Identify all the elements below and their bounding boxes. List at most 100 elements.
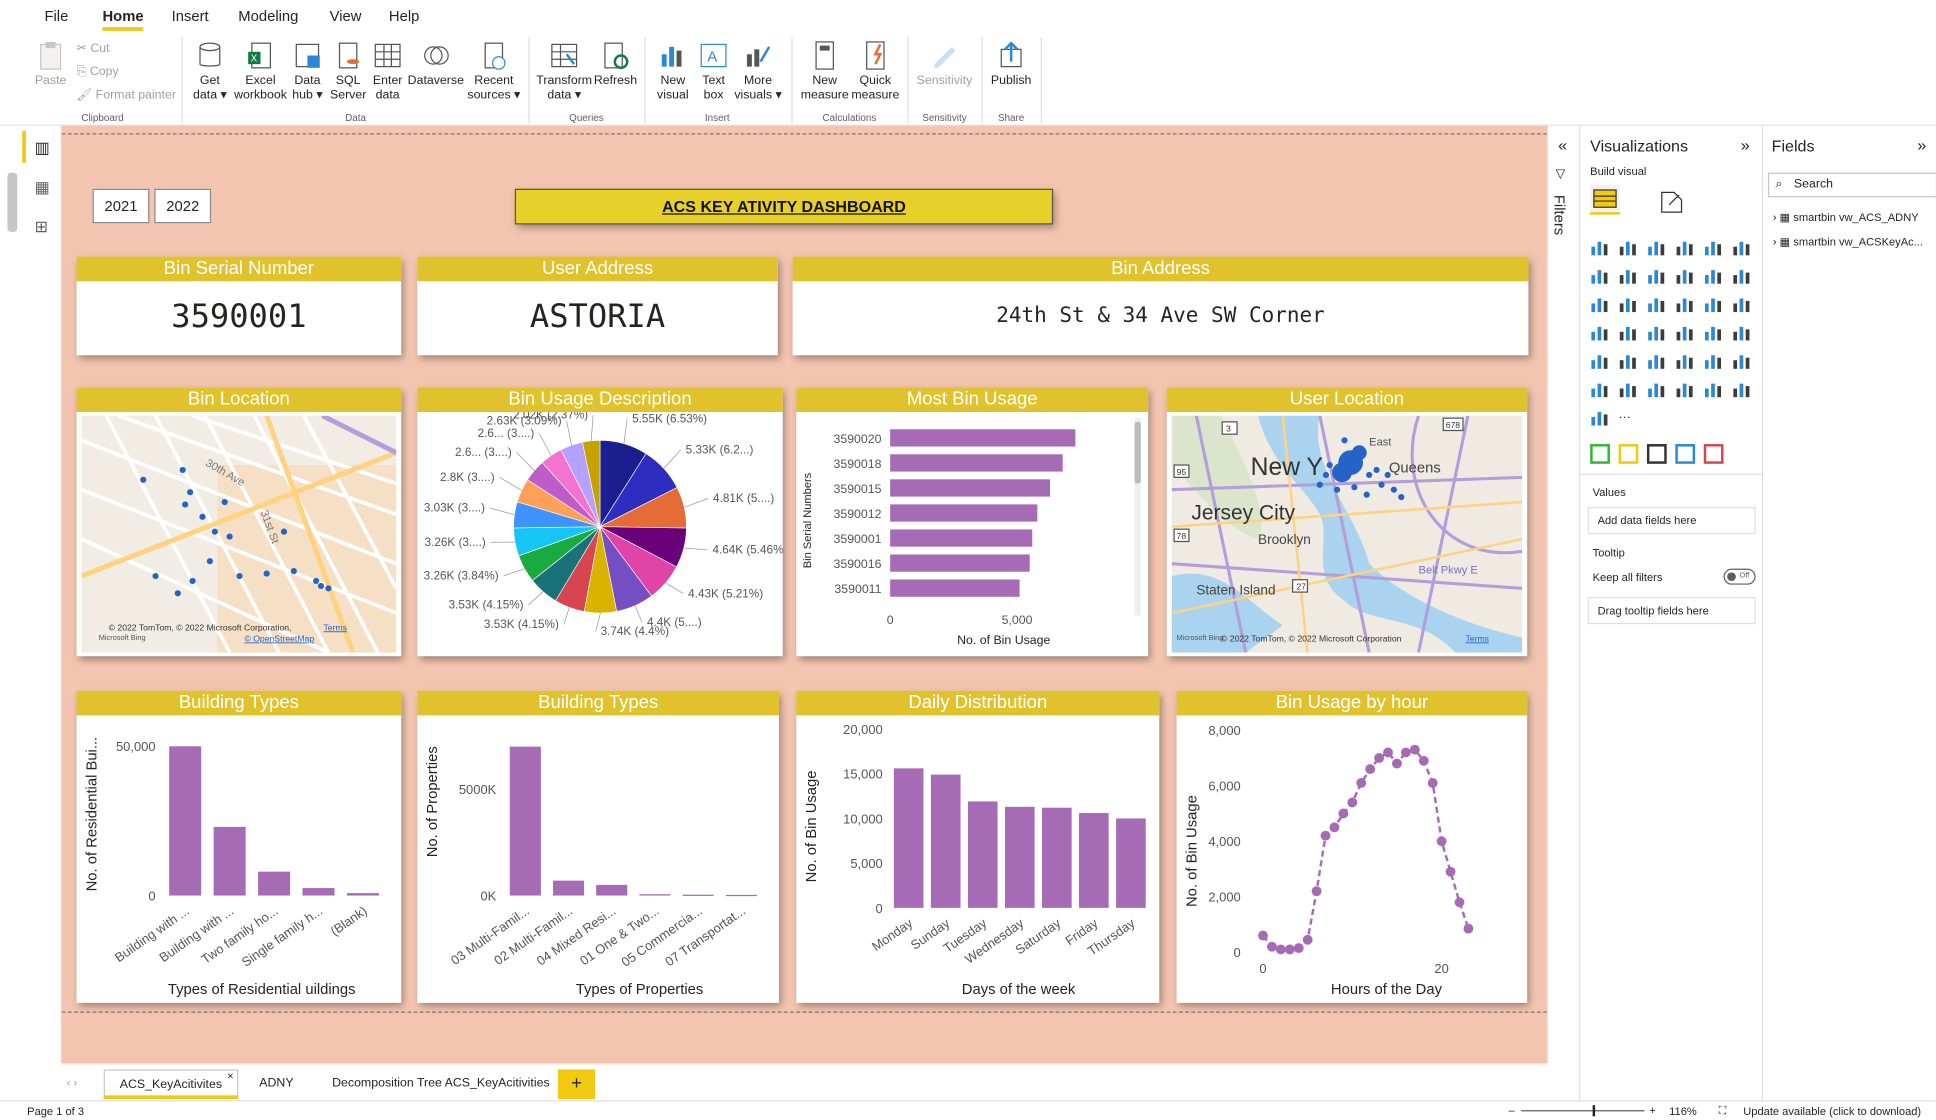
dataverse-button[interactable]: Dataverse	[407, 39, 464, 88]
tab-acs-keyactivities[interactable]: ACS_KeyAcitivites	[103, 1069, 239, 1100]
visual-type-icon[interactable]	[1704, 237, 1724, 257]
text-box-button[interactable]: A Text box	[695, 39, 732, 103]
visual-type-icon[interactable]	[1675, 265, 1695, 285]
new-measure-button[interactable]: New measure	[800, 39, 849, 103]
data-hub-button[interactable]: Data hub ▾	[289, 39, 326, 103]
field-table-item[interactable]: › ▦ smartbin vw_ACSKeyAc...	[1773, 236, 1923, 250]
visual-type-icon[interactable]	[1732, 265, 1752, 285]
filters-pane[interactable]: « ▽ Filters	[1546, 125, 1580, 1064]
usage-by-hour-card[interactable]: Bin Usage by hour 0 2,000 4,000 6,000 8,000 0…	[1176, 690, 1528, 1003]
custom-visual-icon[interactable]	[1703, 444, 1724, 464]
visual-type-icon[interactable]	[1704, 379, 1724, 399]
data-view-icon[interactable]: ▦	[35, 178, 50, 198]
menu-file[interactable]: File	[44, 7, 68, 24]
visual-type-icon[interactable]	[1647, 322, 1667, 342]
tooltip-well[interactable]: Drag tooltip fields here	[1587, 597, 1756, 625]
visual-type-icon[interactable]	[1619, 379, 1639, 399]
visual-type-icon[interactable]	[1704, 322, 1724, 342]
visual-type-icon[interactable]	[1732, 379, 1752, 399]
visual-type-icon[interactable]	[1590, 407, 1610, 427]
menu-modeling[interactable]: Modeling	[238, 7, 298, 24]
visual-type-icon[interactable]: ···	[1619, 407, 1639, 427]
visual-type-icon[interactable]	[1590, 265, 1610, 285]
new-visual-button[interactable]: New visual	[652, 39, 694, 103]
visual-type-icon[interactable]	[1675, 350, 1695, 370]
menu-help[interactable]: Help	[389, 7, 419, 24]
visual-type-icon[interactable]	[1675, 322, 1695, 342]
values-well[interactable]: Add data fields here	[1587, 506, 1756, 535]
kpi-card-user-address[interactable]: User Address ASTORIA	[417, 256, 778, 356]
custom-visual-icon[interactable]	[1675, 444, 1696, 464]
format-visual-tab[interactable]	[1657, 187, 1687, 218]
visual-type-icon[interactable]	[1704, 350, 1724, 370]
visual-type-icon[interactable]	[1590, 294, 1610, 314]
visual-type-icon[interactable]	[1619, 294, 1639, 314]
visual-type-icon[interactable]	[1732, 294, 1752, 314]
enter-data-button[interactable]: Enter data	[370, 39, 405, 103]
visual-type-icon[interactable]	[1619, 265, 1639, 285]
keep-filters-toggle[interactable]: Off	[1723, 568, 1756, 585]
tab-scroll-left-icon[interactable]: ‹ ›	[67, 1077, 77, 1089]
excel-workbook-button[interactable]: X Excel workbook	[233, 39, 287, 103]
get-data-button[interactable]: Get data ▾	[191, 39, 228, 103]
visual-type-icon[interactable]	[1619, 322, 1639, 342]
build-visual-tab[interactable]	[1590, 185, 1620, 215]
close-tab-icon[interactable]: ×	[227, 1069, 234, 1081]
pie-chart-card[interactable]: Bin Usage Description 5.55K (6.53%) 5.33K…	[417, 387, 783, 657]
transform-data-button[interactable]: Transform data ▾	[536, 39, 593, 103]
menu-insert[interactable]: Insert	[172, 7, 209, 24]
scrollbar[interactable]	[7, 172, 18, 232]
cut-button[interactable]: ✂ Cut	[77, 42, 110, 56]
menu-view[interactable]: View	[330, 7, 362, 24]
visual-type-icon[interactable]	[1590, 237, 1610, 257]
expand-icon[interactable]: »	[1917, 136, 1926, 155]
copy-button[interactable]: ⎘ Copy	[77, 65, 119, 79]
refresh-button[interactable]: Refresh	[594, 39, 637, 88]
more-visuals-button[interactable]: More visuals ▾	[733, 39, 782, 103]
collapse-icon[interactable]: «	[1558, 136, 1567, 155]
visual-type-icon[interactable]	[1590, 322, 1610, 342]
expand-icon[interactable]: »	[1741, 136, 1750, 155]
visual-type-icon[interactable]	[1675, 294, 1695, 314]
bin-location-map[interactable]: Bin Location 30th Ave 31st St © 2022 Tom…	[76, 387, 402, 657]
visual-type-icon[interactable]	[1647, 294, 1667, 314]
add-page-button[interactable]: +	[558, 1069, 596, 1100]
kpi-card-bin-address[interactable]: Bin Address 24th St & 34 Ave SW Corner	[792, 256, 1529, 356]
format-painter-button[interactable]: 🖌 Format painter	[77, 89, 176, 103]
visual-type-icon[interactable]	[1704, 265, 1724, 285]
visual-type-icon[interactable]	[1675, 379, 1695, 399]
custom-visual-icon[interactable]	[1618, 444, 1639, 464]
visual-type-icon[interactable]	[1647, 350, 1667, 370]
kpi-card-bin-serial[interactable]: Bin Serial Number 3590001	[76, 256, 402, 356]
visual-type-icon[interactable]	[1704, 294, 1724, 314]
year-slicer-2022[interactable]: 2022	[154, 188, 212, 224]
model-view-icon[interactable]: ⊞	[35, 217, 48, 237]
visual-type-icon[interactable]	[1647, 379, 1667, 399]
report-view-icon[interactable]: ▥	[35, 138, 50, 158]
visual-type-icon[interactable]	[1619, 237, 1639, 257]
quick-measure-button[interactable]: Quick measure	[849, 39, 901, 103]
visual-type-icon[interactable]	[1647, 265, 1667, 285]
custom-visual-icon[interactable]	[1590, 444, 1610, 464]
property-types-card[interactable]: Building Types 03 Multi-Famil... 02 Multi…	[417, 690, 780, 1003]
zoom-out-icon[interactable]: –	[1509, 1104, 1515, 1116]
field-search-input[interactable]: ⌕ Search	[1767, 172, 1936, 198]
custom-visual-icon[interactable]	[1646, 444, 1667, 464]
year-slicer-2021[interactable]: 2021	[92, 188, 150, 224]
paste-button[interactable]: Paste	[33, 39, 68, 88]
tab-decomposition-tree[interactable]: Decomposition Tree ACS_KeyAcitivities	[317, 1069, 564, 1099]
update-notice[interactable]: Update available (click to download)	[1743, 1105, 1921, 1117]
sql-server-button[interactable]: SQL Server	[328, 39, 368, 103]
visual-type-icon[interactable]	[1675, 237, 1695, 257]
visual-type-icon[interactable]	[1732, 350, 1752, 370]
sensitivity-button[interactable]: Sensitivity	[914, 39, 976, 88]
visual-type-icon[interactable]	[1647, 237, 1667, 257]
fit-page-icon[interactable]: ⛶	[1719, 1104, 1727, 1118]
recent-sources-button[interactable]: Recent sources ▾	[467, 39, 521, 103]
residential-types-card[interactable]: Building Types Building with ... Building…	[76, 690, 402, 1003]
tab-adny[interactable]: ADNY	[244, 1069, 308, 1099]
daily-distribution-card[interactable]: Daily Distribution Monday Sunday Tuesday We…	[796, 690, 1160, 1003]
zoom-slider[interactable]	[1521, 1105, 1645, 1117]
menu-home[interactable]: Home	[102, 7, 145, 31]
visual-type-icon[interactable]	[1619, 350, 1639, 370]
